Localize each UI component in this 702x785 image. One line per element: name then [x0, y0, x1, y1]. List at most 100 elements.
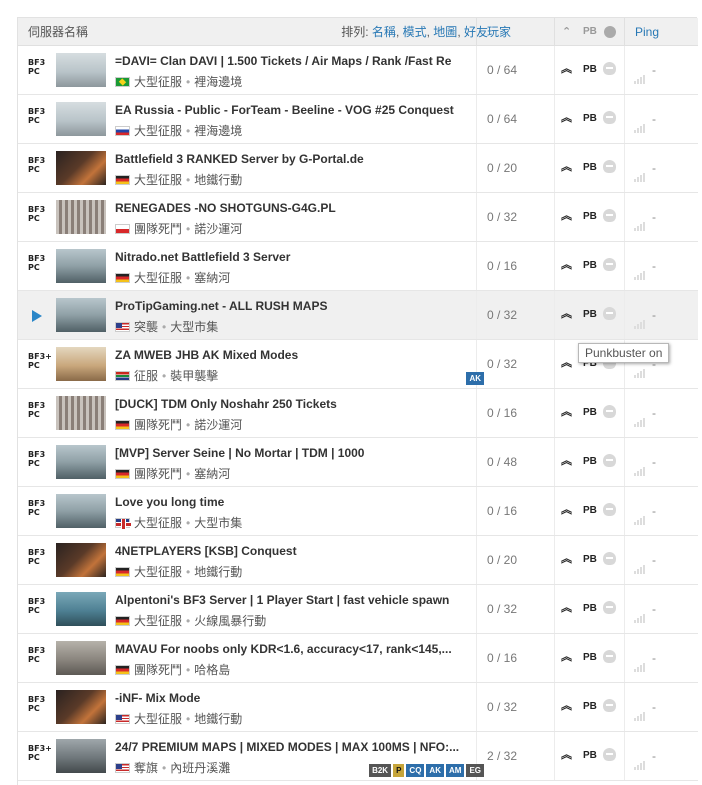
play-icon[interactable]: [32, 310, 42, 322]
column-divider: [624, 291, 625, 339]
server-row[interactable]: ProTipGaming.net - ALL RUSH MAPS 突襲 • 大型市集…: [18, 291, 698, 340]
server-title[interactable]: Nitrado.net Battlefield 3 Server: [115, 250, 465, 264]
ranked-icon: ︽: [561, 455, 572, 467]
server-title[interactable]: 4NETPLAYERS [KSB] Conquest: [115, 544, 465, 558]
player-count: 0 / 48: [487, 455, 518, 469]
punkbuster-icon[interactable]: PB: [583, 260, 597, 271]
punkbuster-icon[interactable]: PB: [583, 456, 597, 467]
tooltip: Punkbuster on: [578, 343, 670, 363]
skull-icon: [603, 111, 616, 124]
punkbuster-icon[interactable]: PB: [583, 505, 597, 516]
server-row[interactable]: BF3 PC EA Russia - Public - ForTeam - Be…: [18, 95, 698, 144]
sort-by-name[interactable]: 名稱: [372, 25, 396, 39]
punkbuster-icon[interactable]: PB: [583, 750, 597, 761]
game-mode: 大型征服: [134, 271, 183, 285]
pb-icon[interactable]: PB: [583, 18, 597, 46]
column-ping[interactable]: Ping: [624, 18, 698, 46]
column-server-name[interactable]: 伺服器名稱: [28, 18, 88, 46]
server-row[interactable]: BF3+ PC 24/7 PREMIUM MAPS | MIXED MODES …: [18, 732, 698, 781]
column-divider: [476, 95, 477, 143]
map-name: 諾沙運河: [194, 418, 243, 432]
column-divider: [476, 585, 477, 633]
server-title[interactable]: MAVAU For noobs only KDR<1.6, accuracy<1…: [115, 642, 465, 656]
separator-dot: •: [186, 565, 191, 579]
server-title[interactable]: RENEGADES -NO SHOTGUNS-G4G.PL: [115, 201, 465, 215]
game-mode: 團隊死鬥: [134, 418, 183, 432]
platform-label: PC: [28, 214, 40, 223]
column-divider: [624, 144, 625, 192]
server-row[interactable]: BF3 PC [MVP] Server Seine | No Mortar | …: [18, 438, 698, 487]
game-mode: 團隊死鬥: [134, 663, 183, 677]
punkbuster-icon[interactable]: PB: [583, 407, 597, 418]
server-row[interactable]: BF3 PC 4NETPLAYERS [KSB] Conquest 大型征服 • 地…: [18, 536, 698, 585]
punkbuster-icon[interactable]: PB: [583, 554, 597, 565]
ranked-icon: ︽: [561, 700, 572, 712]
server-title[interactable]: 24/7 PREMIUM MAPS | MIXED MODES | MAX 10…: [115, 740, 465, 754]
skull-icon[interactable]: [604, 26, 616, 38]
ping-value: -: [652, 112, 656, 126]
column-divider: [476, 291, 477, 339]
player-count: 0 / 16: [487, 406, 518, 420]
server-row[interactable]: BF3 PC [DUCK] TDM Only Noshahr 250 Ticke…: [18, 389, 698, 438]
server-title[interactable]: -iNF- Mix Mode: [115, 691, 465, 705]
rank-icon[interactable]: ⌃: [562, 18, 571, 46]
server-row[interactable]: BF3 PC Alpentoni's BF3 Server | 1 Player…: [18, 585, 698, 634]
ping-bars-icon: [634, 213, 646, 231]
punkbuster-icon[interactable]: PB: [583, 309, 597, 320]
server-meta: 大型征服 • 塞納河: [115, 269, 230, 286]
punkbuster-icon[interactable]: PB: [583, 701, 597, 712]
map-thumbnail: [56, 641, 106, 675]
server-title[interactable]: ProTipGaming.net - ALL RUSH MAPS: [115, 299, 465, 313]
ping-bars-icon: [634, 115, 646, 133]
server-row[interactable]: BF3 PC Battlefield 3 RANKED Server by G-…: [18, 144, 698, 193]
platform-badge: BF3 PC: [28, 450, 46, 474]
server-row[interactable]: BF3 PC Nitrado.net Battlefield 3 Server …: [18, 242, 698, 291]
map-name: 地鐵行動: [194, 565, 243, 579]
map-name: 裝甲襲擊: [170, 369, 219, 383]
server-meta: 大型征服 • 火線風暴行動: [115, 612, 266, 629]
column-players[interactable]: 玩家: [476, 18, 554, 46]
server-row[interactable]: BF3 PC =DAVI= Clan DAVI | 1.500 Tickets …: [18, 46, 698, 95]
punkbuster-icon[interactable]: PB: [583, 113, 597, 124]
server-title[interactable]: Battlefield 3 RANKED Server by G-Portal.…: [115, 152, 465, 166]
server-title[interactable]: EA Russia - Public - ForTeam - Beeline -…: [115, 103, 465, 117]
server-row[interactable]: BF3 PC -iNF- Mix Mode 大型征服 • 地鐵行動 0 / 32 ︽…: [18, 683, 698, 732]
separator-dot: •: [186, 271, 191, 285]
server-title[interactable]: =DAVI= Clan DAVI | 1.500 Tickets / Air M…: [115, 54, 465, 68]
player-count: 0 / 32: [487, 700, 518, 714]
map-name: 大型市集: [194, 516, 243, 530]
server-row[interactable]: BF3 PC RENEGADES -NO SHOTGUNS-G4G.PL 團隊死…: [18, 193, 698, 242]
ping-bars-icon: [634, 164, 646, 182]
map-name: 火線風暴行動: [194, 614, 267, 628]
server-title[interactable]: Alpentoni's BF3 Server | 1 Player Start …: [115, 593, 465, 607]
column-divider: [624, 389, 625, 437]
column-divider: [476, 487, 477, 535]
skull-icon: [603, 307, 616, 320]
punkbuster-icon[interactable]: PB: [583, 64, 597, 75]
column-divider: [624, 536, 625, 584]
platform-badge: BF3 PC: [28, 58, 46, 82]
map-thumbnail: [56, 200, 106, 234]
punkbuster-icon[interactable]: PB: [583, 652, 597, 663]
game-mode: 突襲: [134, 320, 159, 334]
ranked-icon: ︽: [561, 651, 572, 663]
server-row[interactable]: BF3 PC Love you long time 大型征服 • 大型市集 0 / …: [18, 487, 698, 536]
game-label: BF3: [28, 450, 46, 459]
server-title[interactable]: ZA MWEB JHB AK Mixed Modes: [115, 348, 465, 362]
separator-dot: •: [186, 712, 191, 726]
server-meta: 征服 • 裝甲襲擊: [115, 367, 218, 384]
punkbuster-icon[interactable]: PB: [583, 603, 597, 614]
map-thumbnail: [56, 53, 106, 87]
sort-by-mode[interactable]: 模式: [403, 25, 427, 39]
platform-label: PC: [28, 263, 40, 272]
platform-label: PC: [28, 459, 40, 468]
server-title[interactable]: Love you long time: [115, 495, 465, 509]
punkbuster-icon[interactable]: PB: [583, 211, 597, 222]
server-row[interactable]: BF3 PC MAVAU For noobs only KDR<1.6, acc…: [18, 634, 698, 683]
server-title[interactable]: [MVP] Server Seine | No Mortar | TDM | 1…: [115, 446, 465, 460]
platform-badge: BF3 PC: [28, 597, 46, 621]
ping-bars-icon: [634, 262, 646, 280]
punkbuster-icon[interactable]: PB: [583, 162, 597, 173]
server-title[interactable]: [DUCK] TDM Only Noshahr 250 Tickets: [115, 397, 465, 411]
sort-by-map[interactable]: 地圖: [433, 25, 457, 39]
